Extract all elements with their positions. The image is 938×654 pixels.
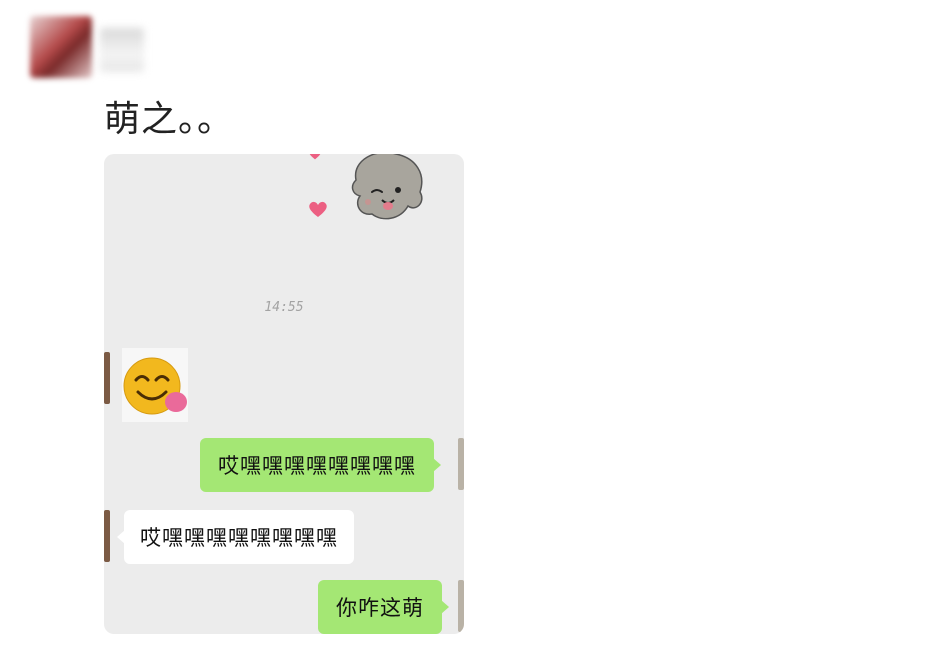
contact-avatar[interactable] [104,352,110,404]
smiling-face-emoji-icon [123,357,187,415]
heart-icon [309,201,327,217]
user-avatar[interactable] [458,580,464,632]
post: 萌之。。 14:55 哎嘿嘿嘿嘿嘿嘿嘿嘿 哎嘿嘿嘿嘿嘿嘿嘿嘿 你咋这萌 [0,0,938,654]
contact-avatar[interactable] [104,510,110,562]
user-avatar[interactable] [458,438,464,490]
chat-screenshot[interactable]: 14:55 哎嘿嘿嘿嘿嘿嘿嘿嘿 哎嘿嘿嘿嘿嘿嘿嘿嘿 你咋这萌 [104,154,464,634]
avatar[interactable] [30,16,92,78]
received-message-bubble[interactable]: 哎嘿嘿嘿嘿嘿嘿嘿嘿 [117,510,354,564]
chat-timestamp: 14:55 [264,300,304,315]
blob-sticker-icon [351,154,423,220]
sent-message-bubble[interactable]: 哎嘿嘿嘿嘿嘿嘿嘿嘿 [200,438,441,492]
post-caption: 萌之。。 [104,99,235,140]
blurred-nickname [100,28,144,72]
sent-message-bubble[interactable]: 你咋这萌 [318,580,449,634]
emoji-message[interactable] [122,348,188,422]
heart-icon [309,154,321,160]
